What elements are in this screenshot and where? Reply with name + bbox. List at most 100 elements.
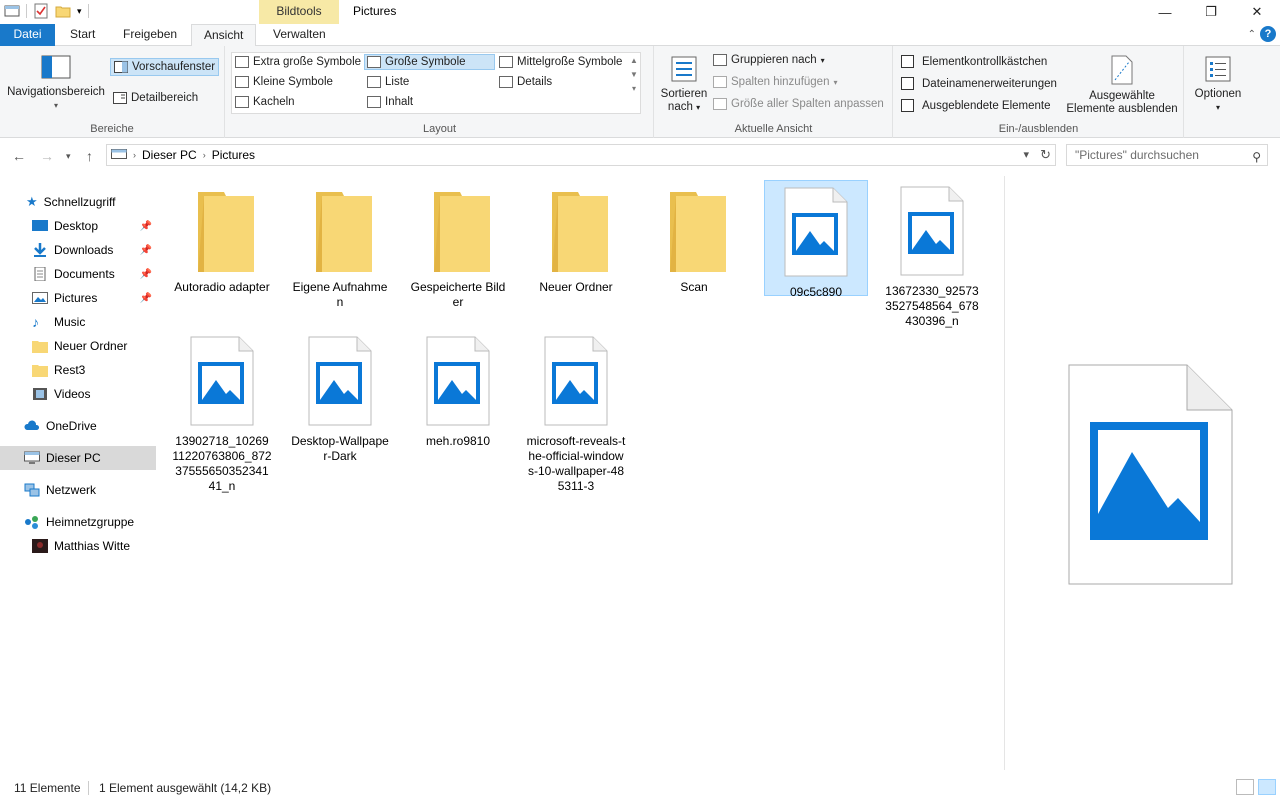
nav-onedrive[interactable]: OneDrive bbox=[0, 414, 156, 438]
window-title: Pictures bbox=[353, 4, 397, 18]
nav-network[interactable]: Netzwerk bbox=[0, 478, 156, 502]
extra-large-icons-icon bbox=[235, 56, 249, 68]
file-item-eigene-aufnahmen[interactable]: Eigene Aufnahmen bbox=[288, 180, 392, 310]
address-dropdown-icon[interactable]: ▾ bbox=[1023, 148, 1029, 161]
layout-details[interactable]: Details bbox=[499, 76, 552, 88]
tiles-icon bbox=[235, 96, 249, 108]
item-checkboxes-checkbox[interactable] bbox=[901, 55, 914, 68]
nav-this-pc[interactable]: Dieser PC bbox=[0, 446, 156, 470]
nav-item-videos[interactable]: Videos bbox=[0, 382, 156, 406]
layout-extra-large[interactable]: Extra große Symbole bbox=[235, 56, 361, 68]
pin-icon[interactable]: 📌 bbox=[140, 245, 152, 256]
nav-quick-access[interactable]: ★ Schnellzugriff bbox=[0, 190, 156, 214]
preview-divider[interactable] bbox=[1004, 176, 1005, 770]
details-pane-button[interactable]: Detailbereich bbox=[113, 92, 198, 104]
list-icon bbox=[367, 76, 381, 88]
close-button[interactable]: ✕ bbox=[1234, 0, 1280, 24]
tab-freigeben[interactable]: Freigeben bbox=[111, 24, 189, 46]
nav-item-music[interactable]: ♪ Music bbox=[0, 310, 156, 334]
item-checkboxes-toggle[interactable]: Elementkontrollkästchen bbox=[901, 55, 1047, 68]
file-item-microsoft-reveals[interactable]: microsoft-reveals-the-official-windows-1… bbox=[524, 330, 628, 493]
file-item-13902718[interactable]: 13902718_1026911220763806_87237555650352… bbox=[170, 330, 274, 493]
layout-gallery-scroll[interactable]: ▲ ▼ ▾ bbox=[630, 54, 638, 96]
forward-arrow-icon[interactable]: → bbox=[40, 148, 54, 164]
hide-selected-button[interactable]: Ausgewählte Elemente ausblenden bbox=[1062, 54, 1182, 116]
nav-item-neuer-ordner[interactable]: Neuer Ordner bbox=[0, 334, 156, 358]
nav-item-documents[interactable]: Documents 📌 bbox=[0, 262, 156, 286]
file-extensions-toggle[interactable]: Dateinamenerweiterungen bbox=[901, 77, 1057, 90]
sort-by-button[interactable]: Sortieren nach ▾ bbox=[659, 54, 709, 114]
layout-medium[interactable]: Mittelgroße Symbole bbox=[499, 56, 622, 68]
image-file-icon bbox=[308, 336, 372, 426]
group-by-button[interactable]: Gruppieren nach ▾ bbox=[713, 54, 825, 66]
folder-icon bbox=[316, 192, 372, 276]
tab-start[interactable]: Start bbox=[58, 24, 107, 46]
add-columns-button[interactable]: Spalten hinzufügen ▾ bbox=[713, 76, 837, 88]
computer-icon bbox=[24, 451, 40, 464]
maximize-button[interactable]: ❐ bbox=[1188, 0, 1234, 24]
nav-item-downloads[interactable]: Downloads 📌 bbox=[0, 238, 156, 262]
file-item-09c5c890[interactable]: 09c5c890 bbox=[764, 180, 868, 299]
file-extensions-checkbox[interactable] bbox=[901, 77, 914, 90]
search-box[interactable]: "Pictures" durchsuchen ⚲ bbox=[1066, 144, 1268, 166]
pin-icon[interactable]: 📌 bbox=[140, 221, 152, 232]
preview-pane-icon bbox=[114, 61, 128, 73]
address-row: ← → ▾ ↑ › Dieser PC › Pictures ▾ ↻ "Pict… bbox=[0, 139, 1280, 173]
file-item-neuer-ordner[interactable]: Neuer Ordner bbox=[524, 180, 628, 310]
layout-tiles[interactable]: Kacheln bbox=[235, 96, 295, 108]
star-icon: ★ bbox=[26, 194, 38, 209]
large-icons-view-icon[interactable] bbox=[1258, 779, 1276, 795]
search-icon[interactable]: ⚲ bbox=[1252, 147, 1261, 167]
pin-icon[interactable]: 📌 bbox=[140, 269, 152, 280]
file-item-autoradio[interactable]: Autoradio adapter bbox=[170, 180, 274, 310]
nav-item-rest3[interactable]: Rest3 bbox=[0, 358, 156, 382]
back-arrow-icon[interactable]: ← bbox=[12, 148, 26, 164]
download-icon bbox=[34, 243, 46, 257]
file-item-meh-ro9810[interactable]: meh.ro9810 bbox=[406, 330, 510, 450]
preview-pane-button[interactable]: Vorschaufenster bbox=[110, 58, 220, 76]
details-pane-icon bbox=[113, 92, 127, 104]
recent-locations-icon[interactable]: ▾ bbox=[66, 151, 71, 162]
details-view-icon[interactable] bbox=[1236, 779, 1254, 795]
layout-large[interactable]: Große Symbole bbox=[364, 54, 495, 70]
fit-columns-button[interactable]: Größe aller Spalten anpassen bbox=[713, 98, 884, 110]
small-icons-icon bbox=[235, 76, 249, 88]
qat-customize-icon[interactable]: ▾ bbox=[77, 6, 82, 17]
tab-verwalten[interactable]: Verwalten bbox=[261, 24, 338, 46]
options-button[interactable]: Optionen ▾ bbox=[1188, 54, 1248, 114]
this-pc-icon bbox=[111, 149, 127, 159]
ribbon-collapse-icon[interactable]: ⌃ bbox=[1248, 29, 1256, 40]
new-folder-icon[interactable] bbox=[55, 3, 71, 19]
file-item-gespeicherte-bilder[interactable]: Gespeicherte Bilder bbox=[406, 180, 510, 310]
hidden-items-toggle[interactable]: Ausgeblendete Elemente bbox=[901, 99, 1051, 112]
address-bar[interactable]: › Dieser PC › Pictures ▾ ↻ bbox=[106, 144, 1056, 166]
up-arrow-icon[interactable]: ↑ bbox=[86, 148, 93, 164]
breadcrumb-pictures[interactable]: Pictures bbox=[212, 148, 255, 162]
tab-datei[interactable]: Datei bbox=[0, 24, 55, 46]
hidden-items-checkbox[interactable] bbox=[901, 99, 914, 112]
properties-icon[interactable] bbox=[33, 3, 49, 19]
layout-small[interactable]: Kleine Symbole bbox=[235, 76, 333, 88]
folder-icon bbox=[32, 341, 48, 353]
layout-list[interactable]: Liste bbox=[367, 76, 409, 88]
nav-homegroup[interactable]: Heimnetzgruppe bbox=[0, 510, 156, 534]
sort-icon bbox=[671, 56, 697, 82]
help-icon[interactable]: ? bbox=[1260, 26, 1276, 42]
nav-item-pictures[interactable]: Pictures 📌 bbox=[0, 286, 156, 310]
group-label-einaus: Ein-/ausblenden bbox=[998, 123, 1079, 135]
minimize-button[interactable]: — bbox=[1142, 0, 1188, 24]
tab-ansicht[interactable]: Ansicht bbox=[191, 24, 257, 47]
layout-content[interactable]: Inhalt bbox=[367, 96, 413, 108]
file-item-desktop-wallpaper-dark[interactable]: Desktop-Wallpaper-Dark bbox=[288, 330, 392, 463]
pin-icon[interactable]: 📌 bbox=[140, 293, 152, 304]
nav-user[interactable]: Matthias Witte bbox=[0, 534, 156, 558]
image-file-icon bbox=[544, 336, 608, 426]
breadcrumb-dieser-pc[interactable]: Dieser PC bbox=[142, 148, 197, 162]
nav-item-desktop[interactable]: Desktop 📌 bbox=[0, 214, 156, 238]
navigation-pane-button[interactable]: Navigationsbereich ▾ bbox=[6, 54, 106, 112]
group-label-layout: Layout bbox=[422, 123, 457, 135]
file-item-13672330[interactable]: 13672330_925733527548564_678430396_n bbox=[880, 180, 984, 330]
file-item-scan[interactable]: Scan bbox=[642, 180, 746, 310]
refresh-icon[interactable]: ↻ bbox=[1040, 147, 1051, 163]
medium-icons-icon bbox=[499, 56, 513, 68]
